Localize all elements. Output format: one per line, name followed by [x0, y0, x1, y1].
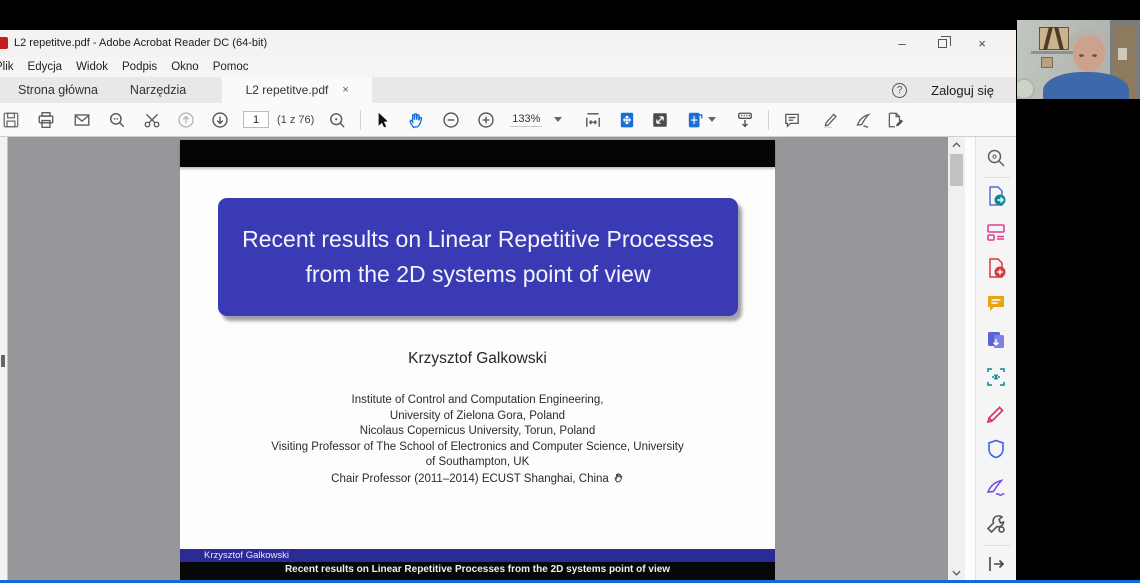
- video-frame: L2 repetitve.pdf - Adobe Acrobat Reader …: [0, 0, 1140, 583]
- help-icon: ?: [897, 85, 903, 96]
- save-icon[interactable]: [2, 111, 20, 129]
- select-tool-icon[interactable]: [373, 111, 391, 129]
- slide-title-box: Recent results on Linear Repetitive Proc…: [218, 198, 738, 316]
- fan: [1017, 78, 1035, 99]
- person-face: [1073, 36, 1105, 72]
- tab-bar: Strona główna Narzędzia L2 repetitve.pdf…: [0, 77, 1016, 103]
- zoom-level-value[interactable]: 133%: [510, 113, 542, 127]
- shelf: [1031, 51, 1075, 54]
- affiliation-line: Institute of Control and Computation Eng…: [180, 393, 775, 409]
- acrobat-app-icon: [0, 37, 8, 49]
- nav-pane-collapsed[interactable]: [0, 137, 8, 580]
- tools-pane-edge: [965, 137, 975, 580]
- person-eye: [1079, 54, 1084, 57]
- scroll-up-icon[interactable]: [948, 137, 965, 152]
- menu-okno[interactable]: Okno: [171, 61, 199, 73]
- menu-edycja[interactable]: Edycja: [28, 61, 63, 73]
- close-button[interactable]: ×: [962, 30, 1002, 57]
- document-area: Recent results on Linear Repetitive Proc…: [0, 137, 1016, 580]
- tab-home[interactable]: Strona główna: [4, 77, 112, 103]
- menu-podpis[interactable]: Podpis: [122, 61, 157, 73]
- menu-pomoc[interactable]: Pomoc: [213, 61, 249, 73]
- comment-tool-icon[interactable]: [985, 292, 1007, 314]
- zoom-out-icon[interactable]: [442, 111, 460, 129]
- menu-plik[interactable]: Plik: [0, 61, 14, 73]
- affiliation-line: Chair Professor (2011–2014) ECUST Shangh…: [180, 471, 775, 488]
- expand-pane-icon[interactable]: [985, 553, 1007, 575]
- print-icon[interactable]: [37, 111, 55, 129]
- fullscreen-icon[interactable]: [651, 111, 669, 129]
- comment-icon[interactable]: [783, 111, 801, 129]
- close-icon: ×: [978, 36, 986, 51]
- tab-close-icon[interactable]: ×: [342, 84, 348, 96]
- menu-bar: Plik Edycja Widok Podpis Okno Pomoc: [0, 57, 1016, 77]
- page-display-caret[interactable]: [708, 117, 716, 122]
- create-pdf-icon[interactable]: [985, 257, 1007, 279]
- fit-one-page-icon[interactable]: [618, 111, 636, 129]
- scroll-down-icon[interactable]: [948, 565, 965, 580]
- page-count-label: (1 z 76): [277, 114, 314, 126]
- e-sign-icon[interactable]: [985, 476, 1007, 498]
- zoom-dropdown-caret[interactable]: [554, 117, 562, 122]
- window-title: L2 repetitve.pdf - Adobe Acrobat Reader …: [14, 37, 267, 49]
- acrobat-window: L2 repetitve.pdf - Adobe Acrobat Reader …: [0, 30, 1016, 580]
- page-width-icon[interactable]: [584, 111, 602, 129]
- page-number-input[interactable]: 1: [243, 111, 269, 128]
- slide-title: Recent results on Linear Repetitive Proc…: [239, 222, 717, 292]
- slide-footer-author-bar: Krzysztof Galkowski: [180, 549, 775, 562]
- affiliation-line: Nicolaus Copernicus University, Torun, P…: [180, 424, 775, 440]
- more-tools-icon[interactable]: [985, 513, 1007, 535]
- restore-button[interactable]: [922, 30, 962, 57]
- tools-pane: [975, 137, 1016, 580]
- next-page-icon[interactable]: [211, 111, 229, 129]
- affiliation-line: Visiting Professor of The School of Elec…: [180, 440, 775, 456]
- menu-widok[interactable]: Widok: [76, 61, 108, 73]
- protect-pdf-icon[interactable]: [985, 438, 1007, 460]
- nav-pane-handle[interactable]: [1, 355, 5, 367]
- hand-tool-icon[interactable]: [407, 111, 425, 129]
- small-box: [1041, 57, 1053, 68]
- slide-affiliations: Institute of Control and Computation Eng…: [180, 393, 775, 488]
- marquee-zoom-icon[interactable]: [328, 111, 346, 129]
- tab-document[interactable]: L2 repetitve.pdf ×: [222, 77, 372, 103]
- search-tools-icon[interactable]: [985, 147, 1007, 169]
- title-bar: L2 repetitve.pdf - Adobe Acrobat Reader …: [0, 30, 1016, 57]
- minimize-button[interactable]: –: [882, 30, 922, 57]
- export-pdf-icon[interactable]: [985, 185, 1007, 207]
- storage-box: [1039, 27, 1069, 50]
- combine-files-icon[interactable]: [985, 329, 1007, 351]
- scrollbar-thumb[interactable]: [950, 154, 963, 186]
- slide-top-bar: [180, 140, 775, 167]
- person-eye: [1092, 54, 1097, 57]
- zoom-in-icon[interactable]: [477, 111, 495, 129]
- tab-tools[interactable]: Narzędzia: [116, 77, 200, 103]
- minimize-icon: –: [898, 36, 905, 51]
- vertical-scrollbar[interactable]: [948, 137, 965, 580]
- tab-document-label: L2 repetitve.pdf: [246, 83, 329, 97]
- previous-page-icon[interactable]: [177, 111, 195, 129]
- compress-pdf-icon[interactable]: [985, 366, 1007, 388]
- pdf-page: Recent results on Linear Repetitive Proc…: [180, 140, 775, 580]
- page-display-icon[interactable]: [686, 111, 704, 129]
- email-icon[interactable]: [73, 111, 91, 129]
- help-button[interactable]: ?: [892, 83, 907, 98]
- slide-footer-title-bar: Recent results on Linear Repetitive Proc…: [180, 562, 775, 580]
- person-shirt: [1043, 72, 1129, 99]
- organize-pages-icon[interactable]: [985, 221, 1007, 243]
- scroll-mode-icon[interactable]: [736, 111, 754, 129]
- search-icon[interactable]: [108, 111, 126, 129]
- snapshot-icon[interactable]: [143, 111, 161, 129]
- slide-author: Krzysztof Galkowski: [180, 350, 775, 368]
- restore-icon: [938, 39, 947, 48]
- hand-cursor-icon: [613, 471, 624, 484]
- sign-icon[interactable]: [854, 111, 872, 129]
- affiliation-line: of Southampton, UK: [180, 455, 775, 471]
- fill-and-sign-tool-icon[interactable]: [985, 402, 1007, 424]
- webcam-video: [1017, 20, 1140, 99]
- main-toolbar: 1 (1 z 76) 133%: [0, 103, 1016, 137]
- fill-and-sign-icon[interactable]: [886, 111, 904, 129]
- highlight-icon[interactable]: [821, 111, 839, 129]
- affiliation-line: University of Zielona Gora, Poland: [180, 409, 775, 425]
- sign-in-button[interactable]: Zaloguj się: [931, 83, 994, 98]
